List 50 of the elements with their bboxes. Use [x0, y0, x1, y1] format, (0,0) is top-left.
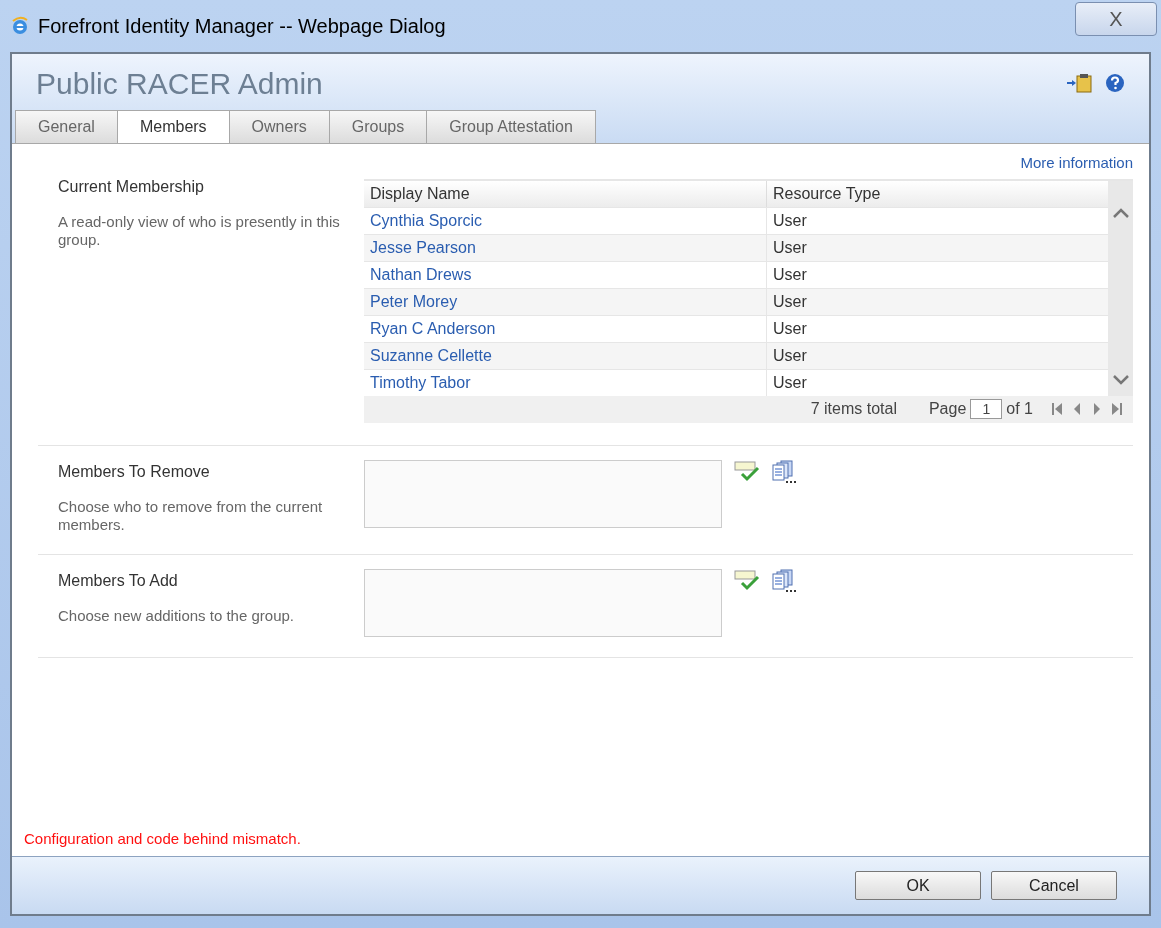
page-field[interactable]: 1 [970, 399, 1003, 419]
members-field[interactable] [364, 568, 722, 637]
table-cell-text: User [772, 264, 808, 285]
browser-icon [10, 16, 30, 36]
items-total: 7 items total [810, 399, 897, 419]
scrollbar[interactable] [1108, 180, 1133, 396]
documents-icon[interactable] [772, 459, 798, 484]
scroll-up-icon[interactable] [1111, 206, 1130, 219]
member-link[interactable]: Cynthia Sporcic [364, 207, 767, 234]
validate-icon[interactable] [734, 459, 760, 482]
help-icon[interactable] [1105, 73, 1125, 93]
dialog-button[interactable]: Cancel [991, 871, 1117, 900]
tab[interactable]: Group Attestation [426, 110, 596, 144]
error-message: Configuration and code behind mismatch. [24, 828, 302, 849]
window-title: Forefront Identity Manager -- Webpage Dialog [38, 14, 446, 39]
section-description: Choose who to remove from the current members. [58, 497, 324, 534]
table-cell-text: User [772, 318, 808, 339]
member-link[interactable]: Ryan C Anderson [364, 315, 767, 342]
dialog-button[interactable]: OK [855, 871, 981, 900]
member-link[interactable]: Nathan Drews [364, 261, 767, 288]
page-title: Public RACER Admin [36, 65, 323, 102]
tab[interactable]: Groups [328, 110, 428, 144]
table-cell-text: User [772, 372, 808, 393]
section-description: A read-only view of who is presently in this group. [58, 212, 341, 249]
member-link[interactable]: Timothy Tabor [364, 369, 767, 396]
section-label: Members To Remove [58, 461, 211, 482]
close-button[interactable]: X [1075, 2, 1157, 36]
section-label: Current Membership [58, 176, 205, 197]
clipboard-icon[interactable] [1067, 73, 1093, 93]
more-information-link[interactable]: More information [1020, 152, 1133, 175]
validate-icon[interactable] [734, 568, 760, 591]
column-header: Resource Type [772, 183, 882, 204]
member-link[interactable]: Jesse Pearson [364, 234, 767, 261]
scroll-down-icon[interactable] [1111, 373, 1130, 386]
members-field[interactable] [364, 459, 722, 528]
tab[interactable]: Owners [228, 110, 330, 144]
table-cell-text: User [772, 345, 808, 366]
member-link[interactable]: Peter Morey [364, 288, 767, 315]
page-label: Page [928, 399, 967, 419]
table-cell-text: User [772, 210, 808, 231]
table-cell-text: User [772, 237, 808, 258]
page-count: of 1 [1006, 399, 1033, 419]
column-header: Display Name [364, 180, 767, 207]
member-link[interactable]: Suzanne Cellette [364, 342, 767, 369]
tab[interactable]: Members [116, 110, 230, 144]
table-cell-text: User [772, 291, 808, 312]
section-description: Choose new additions to the group. [58, 606, 295, 625]
tab[interactable]: General [15, 110, 118, 144]
documents-icon[interactable] [772, 568, 798, 593]
section-label: Members To Add [58, 570, 179, 591]
